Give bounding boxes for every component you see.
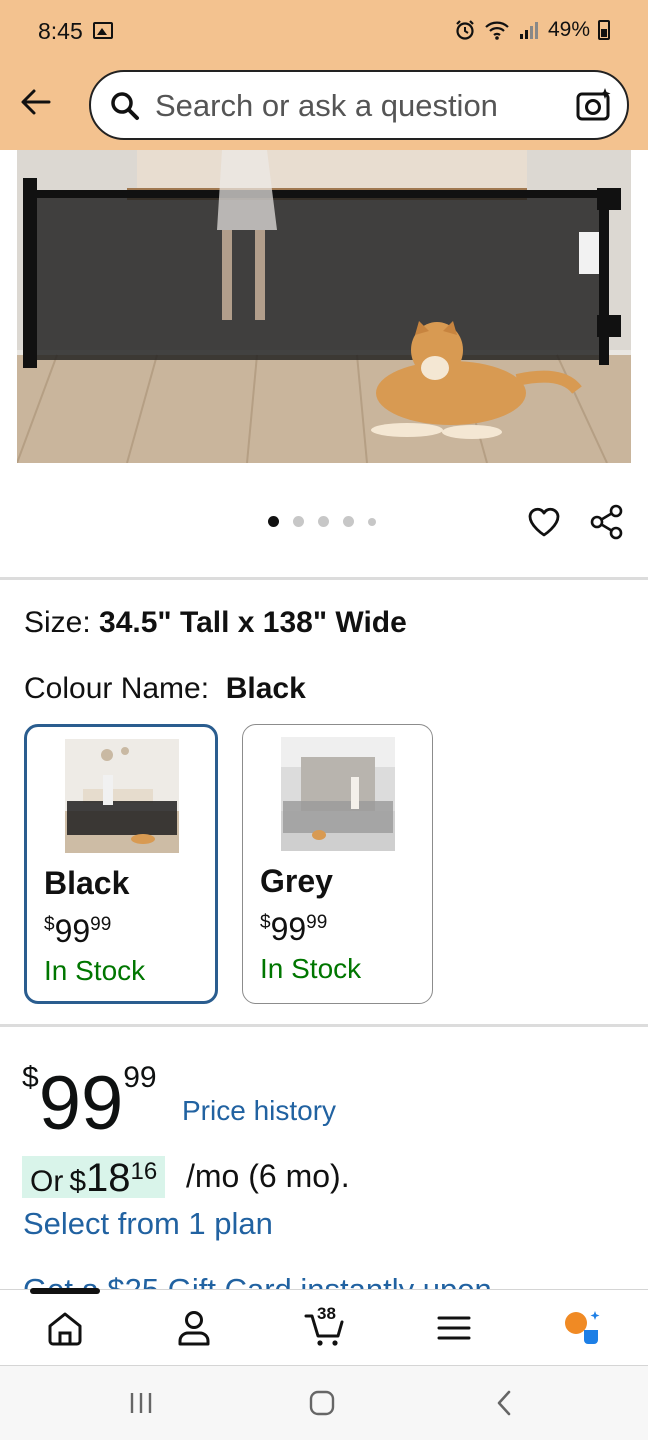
size-label: Size: xyxy=(24,606,91,639)
variant-thumbnail xyxy=(281,737,395,851)
gift-card-promo-link[interactable]: Get a $25 Gift Card instantly upon xyxy=(23,1268,492,1290)
share-icon[interactable] xyxy=(588,503,626,541)
search-bar[interactable] xyxy=(89,70,629,140)
colour-selection: Colour Name: Black xyxy=(24,672,306,706)
carousel-dot[interactable] xyxy=(293,516,304,527)
variant-name: Black xyxy=(44,865,130,901)
heart-icon[interactable] xyxy=(526,504,562,540)
product-price: $9999 xyxy=(22,1061,157,1146)
signal-icon xyxy=(519,22,538,39)
home-button-icon[interactable] xyxy=(305,1386,339,1420)
colour-label: Colour Name: xyxy=(24,672,210,705)
recent-apps-icon[interactable] xyxy=(124,1386,158,1420)
variant-thumbnail xyxy=(65,739,179,853)
alarm-icon xyxy=(456,20,474,40)
menu-icon[interactable] xyxy=(434,1308,474,1348)
carousel-dot[interactable] xyxy=(268,516,279,527)
colour-value: Black xyxy=(225,672,306,705)
bottom-navigation xyxy=(0,1288,648,1366)
product-image[interactable] xyxy=(17,150,631,463)
search-icon xyxy=(111,92,139,120)
camera-search-icon[interactable] xyxy=(575,86,613,124)
section-divider xyxy=(0,1024,648,1027)
system-back-icon[interactable] xyxy=(488,1386,522,1420)
variant-stock-status: In Stock xyxy=(44,955,146,986)
carousel-dot[interactable] xyxy=(343,516,354,527)
active-tab-indicator xyxy=(30,1288,100,1294)
carousel-dot[interactable] xyxy=(318,516,329,527)
product-photo xyxy=(17,150,631,463)
ai-assistant-icon[interactable] xyxy=(562,1308,602,1348)
installment-term: /mo (6 mo). xyxy=(186,1158,350,1194)
variant-stock-status: In Stock xyxy=(260,953,362,984)
image-icon xyxy=(93,22,113,39)
variant-price: $9999 xyxy=(260,911,328,947)
image-carousel-dots xyxy=(268,516,376,527)
installment-badge: Or $ 18 16 xyxy=(22,1156,166,1200)
variant-name: Grey xyxy=(260,863,333,899)
status-bar: 8:45 49% xyxy=(0,0,648,64)
status-time: 8:45 xyxy=(38,18,83,44)
size-selection[interactable]: Size: 34.5" Tall x 138" Wide xyxy=(24,606,407,640)
variant-price: $9999 xyxy=(44,913,112,949)
price-history-link[interactable]: Price history xyxy=(182,1095,336,1127)
variant-swatch-black[interactable]: Black $9999 In Stock xyxy=(24,724,218,1004)
wifi-icon xyxy=(485,21,509,40)
select-plan-link[interactable]: Select from 1 plan xyxy=(23,1206,273,1242)
search-input[interactable] xyxy=(155,86,555,126)
home-icon[interactable] xyxy=(45,1308,85,1348)
account-icon[interactable] xyxy=(174,1308,214,1348)
back-arrow-icon[interactable] xyxy=(16,82,56,122)
battery-percent: 49% xyxy=(547,18,590,41)
section-divider xyxy=(0,577,648,580)
app-header xyxy=(0,64,648,150)
size-value: 34.5" Tall x 138" Wide xyxy=(99,606,407,639)
cart-count-badge: 38 xyxy=(317,1304,336,1323)
status-icons: 49% xyxy=(454,18,610,42)
battery-icon xyxy=(598,20,610,40)
carousel-dot[interactable] xyxy=(368,517,376,526)
variant-swatch-grey[interactable]: Grey $9999 In Stock xyxy=(242,724,433,1004)
system-navigation-bar xyxy=(0,1366,648,1440)
